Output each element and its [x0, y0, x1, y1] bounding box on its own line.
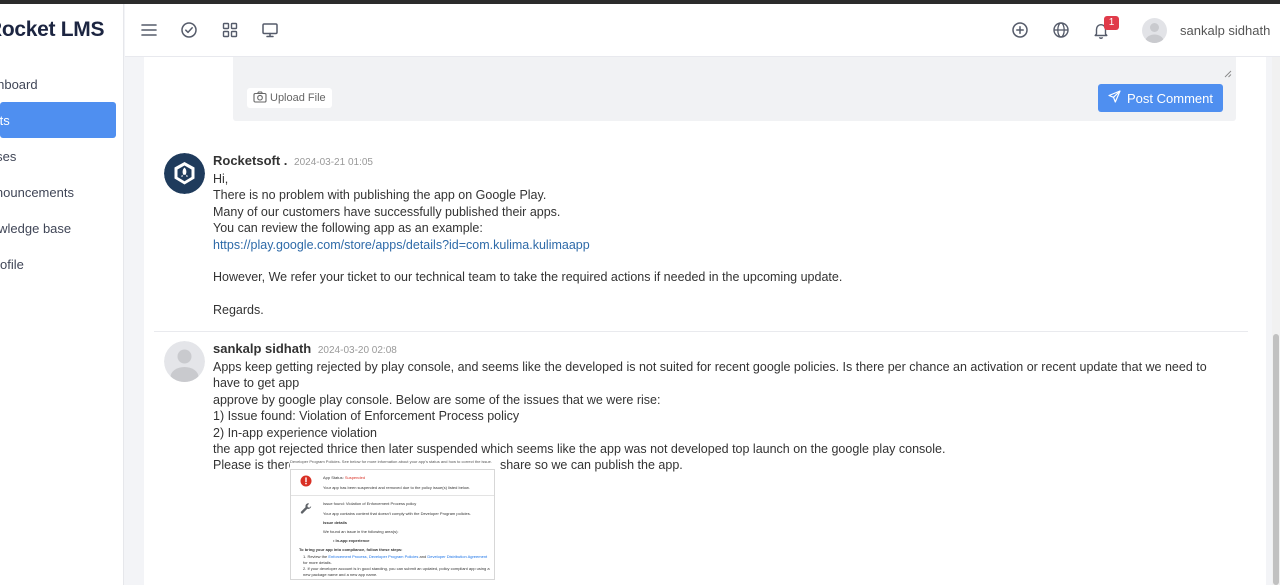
comment-text-line: approve by google play console. Below ar… — [213, 392, 661, 407]
example-app-link[interactable]: https://play.google.com/store/apps/detai… — [213, 237, 1223, 253]
top-header: 1 sankalp sidhath — [125, 4, 1280, 57]
attachment-issue-row: Issue found: Violation of Enforcement Pr… — [299, 501, 490, 577]
comment-date: 2024-03-21 01:05 — [294, 157, 373, 168]
attachment-step2: 2. If your developer account is in good … — [303, 566, 490, 577]
attachment-policy-card: App Status: Suspended Your app has been … — [290, 469, 495, 580]
comment-blank-line — [213, 253, 1223, 269]
attachment-caption: Developer Program Policies. See below fo… — [290, 459, 492, 464]
attachment-step1-link1: Enforcement Process, Developer Program P… — [328, 554, 419, 559]
camera-icon — [253, 90, 267, 106]
user-default-avatar — [164, 341, 205, 382]
attachment-details-heading: Issue details — [323, 520, 348, 525]
comment-text-line: However, We refer your ticket to our tec… — [213, 270, 843, 285]
language-globe-icon[interactable] — [1051, 20, 1071, 40]
attachment-step1-mid: and — [419, 554, 427, 559]
attachment-status-value: Suspended — [344, 475, 366, 480]
comment-text-line: Many of our customers have successfully … — [213, 204, 561, 219]
sidebar-item-courses[interactable]: Courses — [0, 138, 116, 174]
sidebar-item-dashboard[interactable]: Dashboard — [0, 66, 116, 102]
upload-file-button[interactable]: Upload File — [247, 88, 332, 108]
add-circle-icon[interactable] — [1010, 20, 1030, 40]
attachment-step1-link2: Developer Distribution Agreement — [427, 554, 488, 559]
monitor-icon[interactable] — [260, 20, 280, 40]
comment-author: Rocketsoft . — [213, 153, 288, 168]
comment-text-line: 1) Issue found: Violation of Enforcement… — [213, 409, 520, 424]
notification-count-badge: 1 — [1104, 16, 1119, 30]
sidebar-item-label: Profile — [0, 256, 24, 272]
post-comment-button[interactable]: Post Comment — [1098, 84, 1223, 112]
comment-blank-line — [213, 286, 1223, 302]
ticket-conversation: Upload File Post Comment Rocketsoft . 20… — [144, 57, 1266, 585]
attachment-status-desc: Your app has been suspended and removed … — [323, 485, 470, 490]
sidebar: Rocket LMS Dashboard Tickets Courses Ann… — [0, 4, 124, 585]
wrench-icon — [300, 502, 313, 517]
sidebar-item-tickets[interactable]: Tickets — [0, 102, 116, 138]
comment-text-line: 2) In-app experience violation — [213, 425, 377, 440]
comment-text-line: Regards. — [213, 303, 264, 318]
sidebar-item-announcements[interactable]: Announcements — [0, 174, 116, 210]
scrollbar-thumb[interactable] — [1273, 334, 1279, 585]
attachment-issue-title: Issue found: Violation of Enforcement Pr… — [323, 501, 417, 506]
app-logo[interactable]: Rocket LMS — [0, 18, 104, 42]
attachment-details-item: In-app experience — [335, 538, 370, 543]
send-icon — [1108, 90, 1121, 106]
sidebar-item-knowledge-base[interactable]: Knowledge base — [0, 210, 116, 246]
attachment-status-row: App Status: Suspended Your app has been … — [291, 470, 494, 496]
user-name[interactable]: sankalp sidhath — [1180, 23, 1270, 38]
menu-icon[interactable] — [139, 20, 159, 40]
attachment-steps-heading: To bring your app into compliance, follo… — [299, 547, 403, 552]
comment-divider — [154, 331, 1248, 332]
comment-body: sankalp sidhath 2024-03-20 02:08 Apps ke… — [213, 341, 1223, 585]
grid-apps-icon[interactable] — [220, 20, 240, 40]
comment-header: sankalp sidhath 2024-03-20 02:08 — [213, 341, 1223, 359]
comment-text-line: Hi, — [213, 172, 229, 186]
attached-screenshot[interactable]: Developer Program Policies. See below fo… — [290, 458, 500, 585]
attachment-issue-desc: Your app contains content that doesn't c… — [323, 511, 471, 516]
sidebar-nav: Dashboard Tickets Courses Announcements … — [0, 66, 123, 282]
textarea-resize-handle-icon[interactable] — [1224, 65, 1232, 78]
sidebar-item-label: Announcements — [0, 184, 74, 200]
upload-file-label: Upload File — [270, 92, 326, 104]
sidebar-item-label: Knowledge base — [0, 220, 72, 236]
comment-text-line: There is no problem with publishing the … — [213, 188, 547, 203]
sidebar-item-profile[interactable]: Profile — [0, 246, 116, 282]
post-comment-label: Post Comment — [1127, 90, 1213, 106]
comment-header: Rocketsoft . 2024-03-21 01:05 — [213, 153, 1223, 171]
comment-date: 2024-03-20 02:08 — [317, 345, 397, 356]
comment-body: Rocketsoft . 2024-03-21 01:05 Hi, There … — [213, 153, 1223, 319]
rocketsoft-avatar — [164, 153, 205, 194]
alert-icon — [300, 475, 312, 489]
user-avatar[interactable] — [1142, 18, 1167, 43]
attachment-step1-suffix: for more details. — [303, 559, 332, 565]
attachment-status-label: App Status: — [323, 475, 344, 480]
reply-form: Upload File Post Comment — [233, 57, 1236, 121]
sidebar-item-label: Tickets — [0, 112, 10, 128]
attachment-step1-prefix: 1. Review the — [303, 554, 328, 559]
tasks-check-icon[interactable] — [179, 20, 199, 40]
comment-text-line: the app got rejected thrice then later s… — [213, 442, 946, 457]
comment-text-line: You can review the following app as an e… — [213, 221, 483, 236]
sidebar-item-label: Dashboard — [0, 76, 38, 92]
sidebar-item-label: Courses — [0, 148, 17, 164]
page-scrollbar[interactable] — [1272, 57, 1280, 585]
comment-author: sankalp sidhath — [213, 341, 312, 356]
comment-text-line: Apps keep getting rejected by play conso… — [213, 360, 1207, 391]
attachment-details-intro: We found an issue in the following area(… — [323, 529, 399, 534]
